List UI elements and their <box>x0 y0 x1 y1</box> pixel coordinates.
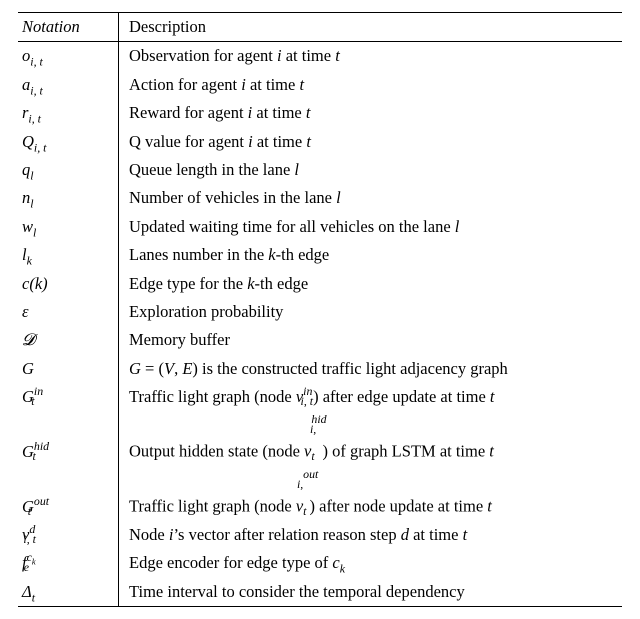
table-row: fckeEdge encoder for edge type of ck <box>18 549 622 577</box>
table-row: c(k)Edge type for the k-th edge <box>18 270 622 298</box>
table-body: oi, tObservation for agent i at time tai… <box>18 42 622 607</box>
table-row: qlQueue length in the lane l <box>18 156 622 184</box>
table-row: ΔtTime interval to consider the temporal… <box>18 578 622 607</box>
notation-cell: ri, t <box>18 99 119 127</box>
notation-cell: wl <box>18 213 119 241</box>
description-cell: Number of vehicles in the lane l <box>119 184 623 212</box>
description-cell: Node i’s vector after relation reason st… <box>119 521 623 549</box>
table-row: nlNumber of vehicles in the lane l <box>18 184 622 212</box>
table-row: GouttTraffic light graph (node vouti, t)… <box>18 466 622 521</box>
notation-cell: Δt <box>18 578 119 607</box>
header-notation: Notation <box>18 13 119 42</box>
table-row: GintTraffic light graph (node vini, t) a… <box>18 383 622 411</box>
table-row: vdi, tNode i’s vector after relation rea… <box>18 521 622 549</box>
notation-cell: vdi, t <box>18 521 119 549</box>
description-cell: Memory buffer <box>119 326 623 354</box>
table-row: GhidtOutput hidden state (node vhidi, t)… <box>18 411 622 466</box>
notation-cell: Ghidt <box>18 411 119 466</box>
notation-cell: ql <box>18 156 119 184</box>
description-cell: Lanes number in the k-th edge <box>119 241 623 269</box>
description-cell: Q value for agent i at time t <box>119 128 623 156</box>
notation-cell: ai, t <box>18 71 119 99</box>
table-header-row: Notation Description <box>18 13 622 42</box>
table-row: lkLanes number in the k-th edge <box>18 241 622 269</box>
description-cell: Exploration probability <box>119 298 623 326</box>
notation-cell: ε <box>18 298 119 326</box>
description-cell: Reward for agent i at time t <box>119 99 623 127</box>
description-cell: Updated waiting time for all vehicles on… <box>119 213 623 241</box>
header-description: Description <box>119 13 623 42</box>
notation-table: Notation Description oi, tObservation fo… <box>18 12 622 607</box>
description-cell: Queue length in the lane l <box>119 156 623 184</box>
description-cell: Edge type for the k-th edge <box>119 270 623 298</box>
table-row: oi, tObservation for agent i at time t <box>18 42 622 71</box>
description-cell: Time interval to consider the temporal d… <box>119 578 623 607</box>
table-row: GG = (V, E) is the constructed traffic l… <box>18 355 622 383</box>
table-row: ai, tAction for agent i at time t <box>18 71 622 99</box>
notation-cell: 𝓓 <box>18 326 119 354</box>
table-row: 𝓓Memory buffer <box>18 326 622 354</box>
notation-cell: Qi, t <box>18 128 119 156</box>
description-cell: Edge encoder for edge type of ck <box>119 549 623 577</box>
notation-cell: oi, t <box>18 42 119 71</box>
notation-table-container: Notation Description oi, tObservation fo… <box>0 0 640 619</box>
notation-cell: fcke <box>18 549 119 577</box>
table-row: wlUpdated waiting time for all vehicles … <box>18 213 622 241</box>
notation-cell: Gint <box>18 383 119 411</box>
notation-cell: nl <box>18 184 119 212</box>
notation-cell: c(k) <box>18 270 119 298</box>
description-cell: Output hidden state (node vhidi, t) of g… <box>119 411 623 466</box>
description-cell: Traffic light graph (node vouti, t) afte… <box>119 466 623 521</box>
description-cell: G = (V, E) is the constructed traffic li… <box>119 355 623 383</box>
notation-cell: lk <box>18 241 119 269</box>
notation-cell: G <box>18 355 119 383</box>
notation-cell: Goutt <box>18 466 119 521</box>
description-cell: Action for agent i at time t <box>119 71 623 99</box>
description-cell: Traffic light graph (node vini, t) after… <box>119 383 623 411</box>
table-row: εExploration probability <box>18 298 622 326</box>
table-row: ri, tReward for agent i at time t <box>18 99 622 127</box>
table-row: Qi, tQ value for agent i at time t <box>18 128 622 156</box>
description-cell: Observation for agent i at time t <box>119 42 623 71</box>
